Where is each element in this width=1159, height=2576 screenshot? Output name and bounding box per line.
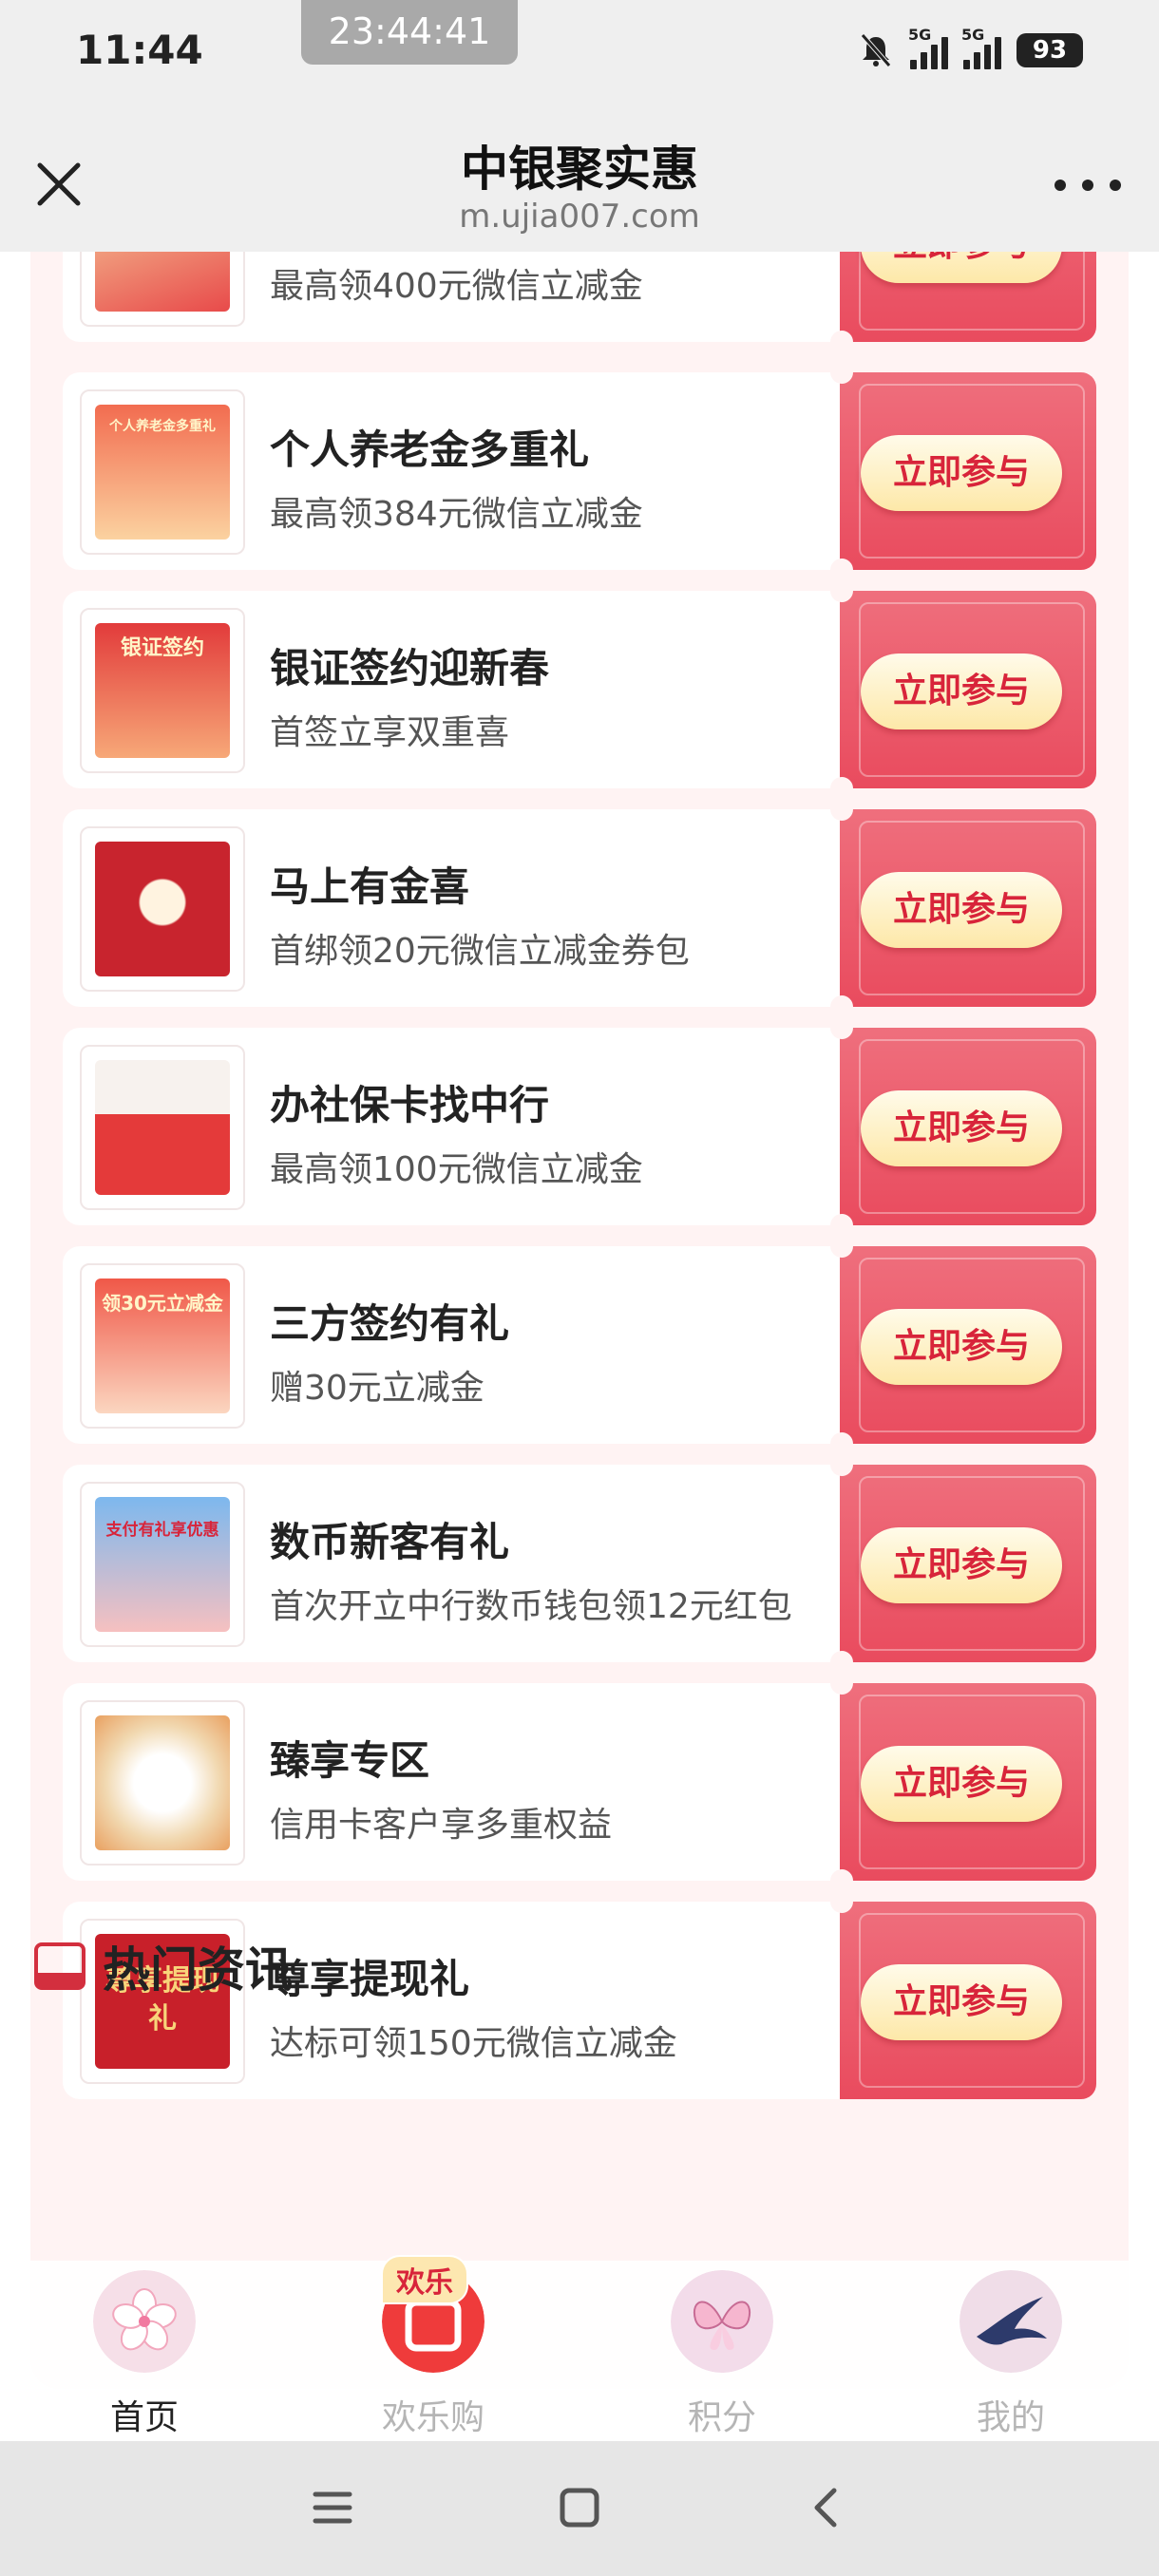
hot-news-title: 热门资讯 [103,1942,293,1998]
tab-mine[interactable]: 我的 [916,2270,1106,2441]
tab-points-label: 积分 [687,2398,756,2437]
campaign-subtitle: 信用卡客户享多重权益 [270,1806,613,1845]
status-bar: 11:44 23:44:41 5G 5G 93 [0,0,1159,104]
campaign-title: 办社保卡找中行 [270,1082,550,1128]
campaign-subtitle: 首绑领20元微信立减金券包 [270,932,690,971]
swallow-icon [960,2270,1062,2373]
tab-points[interactable]: 积分 [627,2270,817,2441]
butterfly-icon [671,2270,773,2373]
system-nav-bar [0,2441,1159,2576]
campaign-subtitle: 最高领400元微信立减金 [270,267,643,306]
join-button[interactable]: 立即参与 [861,435,1062,511]
battery-icon: 93 [1016,33,1083,67]
hot-news-header: 热门资讯 [34,1933,293,1999]
campaign-title: 数币新客有礼 [270,1519,510,1565]
page-url: m.ujia007.com [459,198,700,236]
campaign-card[interactable]: 臻享专区 信用卡客户享多重权益 立即参与 [63,1672,1096,1892]
menu-icon[interactable] [304,2479,361,2536]
campaign-title: 个人养老金多重礼 [270,426,590,473]
thumbnail-text: 银证签约 [120,636,204,660]
campaign-card[interactable]: 银证签约 银证签约迎新春 首签立享双重喜 立即参与 [63,579,1096,800]
mute-bell-icon [861,33,891,67]
campaign-card[interactable]: 领30元立减金 三方签约有礼 赠30元立减金 立即参与 [63,1235,1096,1455]
join-button[interactable]: 立即参与 [861,1090,1062,1166]
campaign-title: 三方签约有礼 [270,1300,510,1347]
tab-mine-label: 我的 [976,2398,1045,2437]
screen-recording-timer: 23:44:41 [301,0,518,65]
campaign-title: 马上有金喜 [270,863,470,910]
campaign-card[interactable]: 最高领400元微信立减金 立即参与 [63,252,1096,353]
campaign-title: 尊享提现礼 [270,1956,470,2002]
campaign-title: 臻享专区 [270,1737,430,1784]
more-options-icon[interactable] [1054,171,1121,199]
cherry-blossom-icon [93,2270,196,2373]
campaign-thumbnail [80,1700,245,1866]
campaign-subtitle: 首次开立中行数币钱包领12元红包 [270,1587,792,1626]
tab-shopping-badge: 欢乐 [381,2255,468,2304]
browser-header: 中银聚实惠 m.ujia007.com [0,104,1159,252]
campaign-title: 银证签约迎新春 [270,645,550,691]
join-button[interactable]: 立即参与 [861,252,1062,283]
network-1-label: 5G [908,26,932,44]
page-title: 中银聚实惠 [461,142,698,197]
join-button[interactable]: 立即参与 [861,872,1062,948]
bottom-tab-bar: 首页 欢乐 欢乐购 积分 我的 [0,2255,1159,2441]
status-icons: 5G 5G 93 [857,26,1083,74]
tab-shopping-label: 欢乐购 [381,2398,484,2437]
thumbnail-text: 支付有礼享优惠 [105,1521,219,1540]
back-icon[interactable] [798,2479,855,2536]
campaign-thumbnail [80,252,245,327]
home-square-icon[interactable] [551,2479,608,2536]
join-button[interactable]: 立即参与 [861,1746,1062,1822]
campaign-thumbnail: 领30元立减金 [80,1263,245,1429]
campaign-subtitle: 最高领100元微信立减金 [270,1150,643,1189]
signal-2-icon: 5G [961,26,1001,69]
campaign-thumbnail: 支付有礼享优惠 [80,1482,245,1647]
join-button[interactable]: 立即参与 [861,653,1062,729]
campaign-subtitle: 首签立享双重喜 [270,713,510,752]
campaign-card[interactable]: 个人养老金多重礼 个人养老金多重礼 最高领384元微信立减金 立即参与 [63,361,1096,581]
campaign-thumbnail [80,826,245,992]
join-button[interactable]: 立即参与 [861,1527,1062,1603]
join-button[interactable]: 立即参与 [861,1964,1062,2040]
join-button[interactable]: 立即参与 [861,1309,1062,1385]
thumbnail-text: 领30元立减金 [102,1292,223,1315]
news-icon [34,1942,86,1990]
page-content: 最高领400元微信立减金 立即参与 个人养老金多重礼 个人养老金多重礼 最高领3… [0,252,1159,2441]
campaign-subtitle: 赠30元立减金 [270,1369,484,1408]
campaign-subtitle: 最高领384元微信立减金 [270,495,643,534]
campaign-card[interactable]: 马上有金喜 首绑领20元微信立减金券包 立即参与 [63,798,1096,1018]
signal-1-icon: 5G [908,26,948,69]
campaign-thumbnail: 个人养老金多重礼 [80,389,245,555]
network-2-label: 5G [961,26,985,44]
campaign-card[interactable]: 支付有礼享优惠 数币新客有礼 首次开立中行数币钱包领12元红包 立即参与 [63,1453,1096,1674]
status-time: 11:44 [76,27,203,73]
thumbnail-text: 个人养老金多重礼 [109,419,216,434]
tab-shopping[interactable]: 欢乐 欢乐购 [338,2255,528,2441]
campaign-thumbnail: 银证签约 [80,608,245,773]
campaign-subtitle: 达标可领150元微信立减金 [270,2024,677,2063]
tab-home[interactable]: 首页 [49,2270,239,2441]
campaign-thumbnail [80,1045,245,1210]
campaign-card[interactable]: 办社保卡找中行 最高领100元微信立减金 立即参与 [63,1016,1096,1237]
tab-home-label: 首页 [109,2398,179,2437]
